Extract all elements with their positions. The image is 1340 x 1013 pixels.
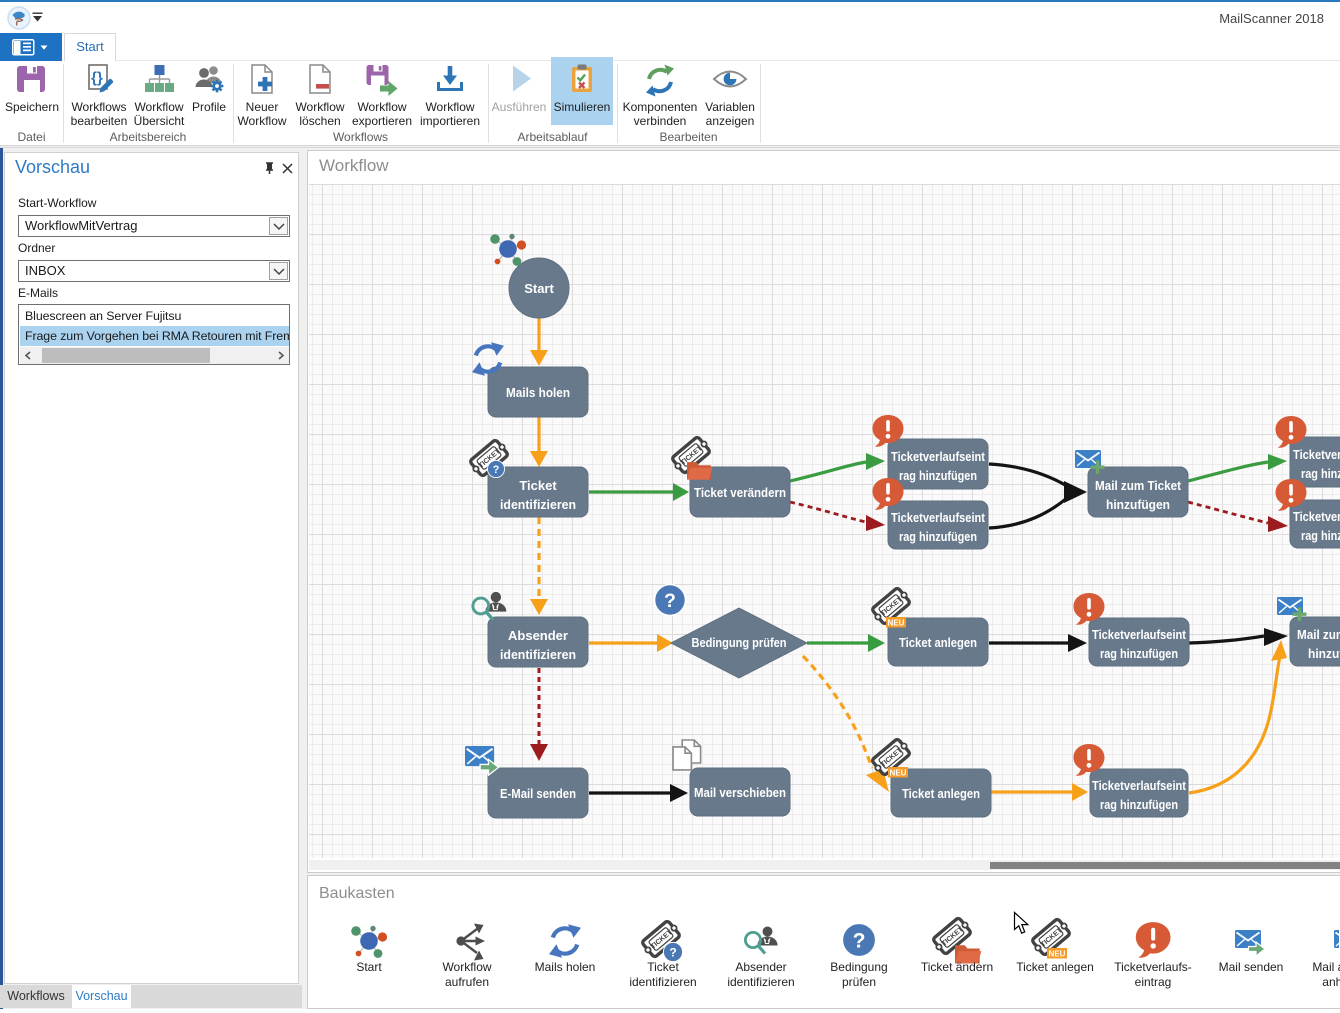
svg-text:Mail zum Ticket: Mail zum Ticket: [1297, 627, 1340, 642]
svg-text:identifizieren: identifizieren: [500, 647, 576, 662]
svg-text:Ticket anlegen: Ticket anlegen: [902, 786, 980, 801]
svg-text:Ticketverlaufseint: Ticketverlaufseint: [1092, 778, 1187, 793]
svg-text:Absender: Absender: [508, 628, 568, 643]
svg-text:rag hinzufügen: rag hinzufügen: [1301, 466, 1340, 481]
svg-text:Ticketverlaufseint: Ticketverlaufseint: [891, 449, 986, 464]
svg-text:E-Mail senden: E-Mail senden: [500, 786, 576, 801]
svg-text:rag hinzufügen: rag hinzufügen: [1301, 528, 1340, 543]
svg-text:Mails holen: Mails holen: [506, 385, 570, 400]
svg-text:hinzufügen: hinzufügen: [1106, 497, 1170, 512]
svg-text:Start: Start: [524, 281, 554, 296]
svg-text:Ticket verändern: Ticket verändern: [694, 485, 786, 500]
svg-text:rag hinzufügen: rag hinzufügen: [1100, 797, 1178, 812]
svg-text:Ticket: Ticket: [519, 478, 557, 493]
svg-text:hinzufügen: hinzufügen: [1308, 646, 1340, 661]
svg-text:Mail zum Ticket: Mail zum Ticket: [1095, 478, 1182, 493]
svg-text:Mail verschieben: Mail verschieben: [694, 785, 786, 800]
svg-text:identifizieren: identifizieren: [500, 497, 576, 512]
svg-text:Ticketverlaufseint: Ticketverlaufseint: [891, 510, 986, 525]
svg-text:{}: {}: [91, 70, 103, 87]
svg-text:Bedingung prüfen: Bedingung prüfen: [692, 636, 787, 650]
svg-text:Ticket anlegen: Ticket anlegen: [899, 635, 977, 650]
svg-text:rag hinzufügen: rag hinzufügen: [1100, 646, 1178, 661]
svg-text:Ticketverlaufseint: Ticketverlaufseint: [1293, 447, 1340, 462]
svg-text:rag hinzufügen: rag hinzufügen: [899, 529, 977, 544]
svg-text:rag hinzufügen: rag hinzufügen: [899, 468, 977, 483]
svg-text:Ticketverlaufseint: Ticketverlaufseint: [1092, 627, 1187, 642]
svg-text:Ticketverlaufseint: Ticketverlaufseint: [1293, 509, 1340, 524]
